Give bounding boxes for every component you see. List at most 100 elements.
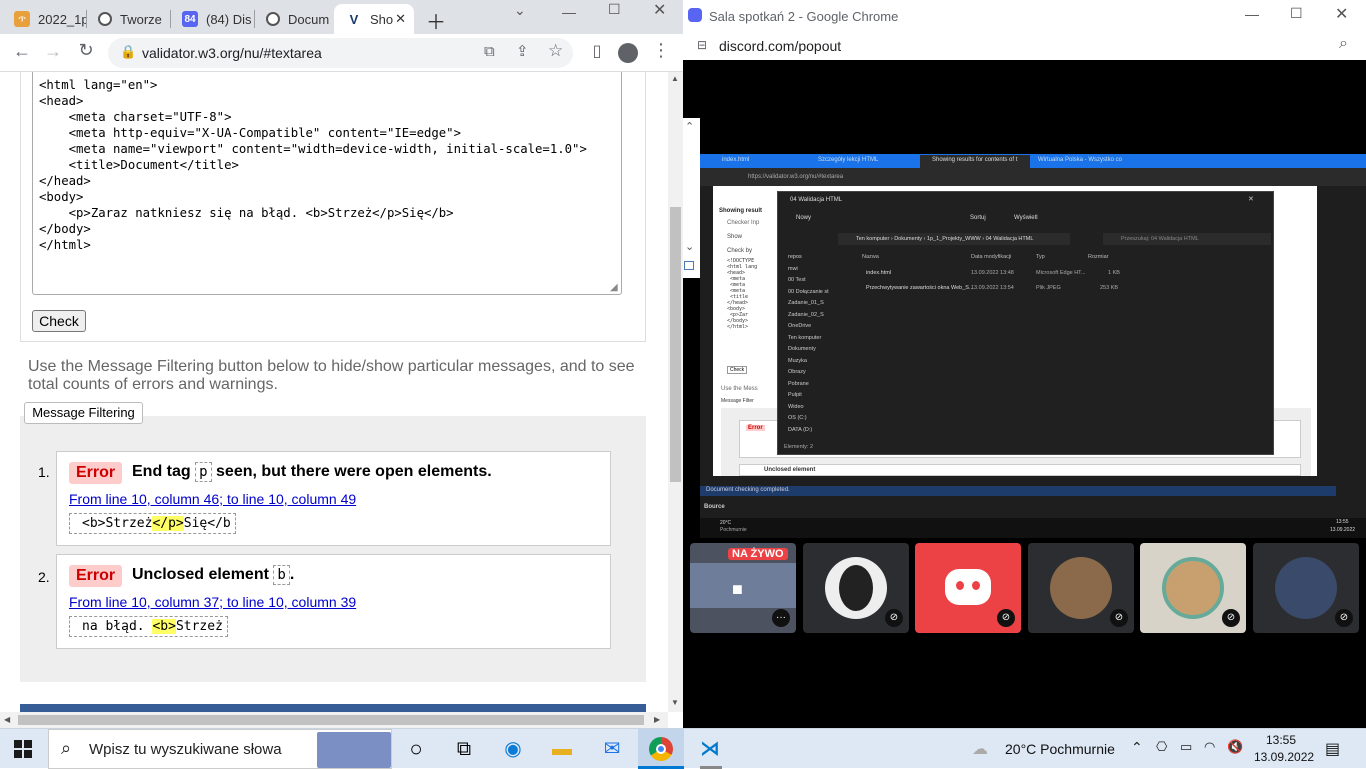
meet-now-icon[interactable]: ⎔ [1156,739,1167,755]
window-icon[interactable] [684,261,694,270]
vertical-scrollbar[interactable]: ▲ ▼ [668,72,683,712]
left-browser-window: ጥ 2022_1p Tworze 84 (84) Dis Docum V Sho ✕ … [0,0,683,728]
file-explorer-icon[interactable]: ▬ [550,737,574,761]
participant-tile[interactable]: ⊘ [915,543,1021,633]
resize-handle-icon[interactable]: ◢ [610,282,618,293]
zoom-icon[interactable]: ⌕ [1339,35,1348,53]
source-textarea[interactable]: <html lang="en"> <head> <meta charset="UT… [32,72,622,295]
chevron-down-icon[interactable]: ⌄ [685,240,694,253]
tab-1[interactable]: ጥ 2022_1p [2,4,86,34]
horizontal-scrollbar[interactable]: ◀ ▶ [0,712,668,728]
hscroll-thumb[interactable] [18,715,644,725]
scroll-left-icon[interactable]: ◀ [4,715,10,724]
message-filtering-button[interactable]: Message Filtering [24,402,143,424]
participant-tile[interactable]: ⊘ [1253,543,1359,633]
explorer-sidebar-item: Wideo [788,403,804,410]
participant-tile[interactable]: ⊘ [1028,543,1134,633]
clock-time[interactable]: 13:55 [1266,733,1296,747]
error-badge: Error [69,565,123,587]
close-tab-icon[interactable]: ✕ [395,11,406,27]
page-info-icon: ⊟ [697,38,708,52]
scroll-down-icon[interactable]: ▼ [671,698,679,707]
more-icon[interactable]: ··· [772,609,790,627]
explorer-sidebar-item: Zadanie_02_S [788,311,824,318]
explorer-sidebar-item: 00 Dołączanie st [788,288,829,295]
column-header: Rozmiar [1088,254,1109,260]
bookmark-star-icon[interactable]: ☆ [548,41,563,61]
popout-address-bar[interactable]: ⊟ discord.com/popout ⌕ [683,32,1366,60]
profile-avatar-icon[interactable] [618,43,638,63]
code-extract: na błąd. <b>Strzeż [69,616,228,637]
chevron-down-icon[interactable]: ⌄ [514,2,526,19]
close-window-icon[interactable]: ✕ [1335,4,1348,24]
windows-start-icon[interactable] [14,740,32,758]
side-panel-icon[interactable]: ▯ [585,41,609,61]
explorer-sidebar-item: Dokumenty [788,346,816,352]
file-type: Microsoft Edge HT... [1036,270,1086,276]
tab-active[interactable]: V Sho ✕ [334,4,414,34]
column-header: Typ [1036,254,1045,260]
minimize-icon[interactable]: — [1245,6,1259,22]
explorer-status: Elementy: 2 [784,444,814,450]
explorer-sidebar: repos mwi 00 Test 00 Dołączanie st Zadanie_0… [788,252,844,442]
tab-2[interactable]: Tworze [86,4,170,34]
error-message-2: Error Unclosed element b. From line 10, … [56,554,611,649]
new-tab-icon[interactable]: ＋ [426,6,446,35]
battery-icon[interactable]: ▭ [1180,739,1192,755]
live-stream-tile[interactable]: NA ŻYWO ■ ··· [690,543,796,633]
scroll-right-icon[interactable]: ▶ [654,715,660,724]
location-link[interactable]: From line 10, column 46; to line 10, col… [69,491,356,507]
share-icon[interactable]: ⇪ [516,42,529,60]
location-link[interactable]: From line 10, column 37; to line 10, col… [69,594,356,610]
participant-tile[interactable]: ⊘ [1140,543,1246,633]
chrome-taskbar-item[interactable] [638,729,684,769]
close-window-icon[interactable]: ✕ [653,0,666,20]
chevron-up-icon[interactable]: ⌃ [685,120,694,133]
maximize-icon[interactable]: ☐ [608,1,621,18]
mail-icon[interactable]: ✉ [600,737,624,761]
vscode-icon[interactable]: ⋊ [698,737,722,761]
wifi-icon[interactable]: ◠ [1204,739,1215,755]
message-title: End tag p seen, but there were open elem… [132,462,492,482]
stream-file-explorer: 04 Walidacja HTML ✕ Nowy Sortuj Wyświetl… [777,191,1274,455]
cortana-icon[interactable]: ○ [404,737,428,761]
extract-text: Strzeż [175,619,223,634]
column-header: Nazwa [862,254,879,260]
chevron-up-icon[interactable]: ⌃ [1131,739,1143,756]
explorer-breadcrumb: Ten komputer › Dokumenty › 1p_1_Projekty… [838,233,1070,245]
scroll-up-icon[interactable]: ▲ [671,74,679,83]
clock-date[interactable]: 13.09.2022 [1254,750,1314,764]
stream-taskbar: 20°C Pochmurnie 13:55 13.09.2022 [700,518,1366,538]
maximize-icon[interactable]: ☐ [1290,5,1303,22]
title-text: seen, but there were open elements. [216,463,492,480]
participant-tile[interactable]: ⊘ [803,543,909,633]
translate-icon[interactable]: ⧉ [484,43,495,60]
explorer-view: Wyświetl [1014,215,1038,221]
minimize-icon[interactable]: — [562,4,576,20]
notifications-icon[interactable]: ▤ [1325,739,1340,759]
file-name: Przechwytywanie zawartości okna Web_S... [866,285,974,291]
explorer-sidebar-item: 00 Test [788,277,806,283]
tab-4[interactable]: Docum [254,4,334,34]
menu-kebab-icon[interactable]: ⋮ [649,40,673,61]
address-bar[interactable]: 🔒 validator.w3.org/nu/#textarea ⧉ ⇪ ☆ [108,38,573,68]
search-highlight-image [317,732,391,768]
scroll-thumb[interactable] [670,207,681,482]
muted-mic-icon: ⊘ [997,609,1015,627]
globe-icon [266,12,280,26]
screen-share-stream: index.html Szczegóły lekcji HTML Showing… [700,154,1366,538]
message-title: Unclosed element b. [132,565,294,585]
weather-text[interactable]: 20°C Pochmurnie [1005,741,1115,757]
back-icon[interactable]: ← [10,41,34,62]
forward-icon[interactable]: → [41,41,65,62]
task-view-icon[interactable]: ⧉ [452,737,476,761]
cloud-icon[interactable]: ☁ [972,739,988,759]
window-titlebar: Sala spotkań 2 - Google Chrome — ☐ ✕ [683,0,1366,32]
tab-3[interactable]: 84 (84) Dis [170,4,254,34]
edge-icon[interactable]: ◉ [501,737,525,761]
check-button[interactable]: Check [32,310,86,332]
taskbar-search-box[interactable]: ⌕ Wpisz tu wyszukiwane słowa [48,729,392,769]
volume-muted-icon[interactable]: 🔇 [1227,739,1243,755]
stream-code-preview: <!DOCTYPE <html lang <head> <meta <meta <m… [727,258,758,330]
reload-icon[interactable]: ↻ [74,40,98,61]
